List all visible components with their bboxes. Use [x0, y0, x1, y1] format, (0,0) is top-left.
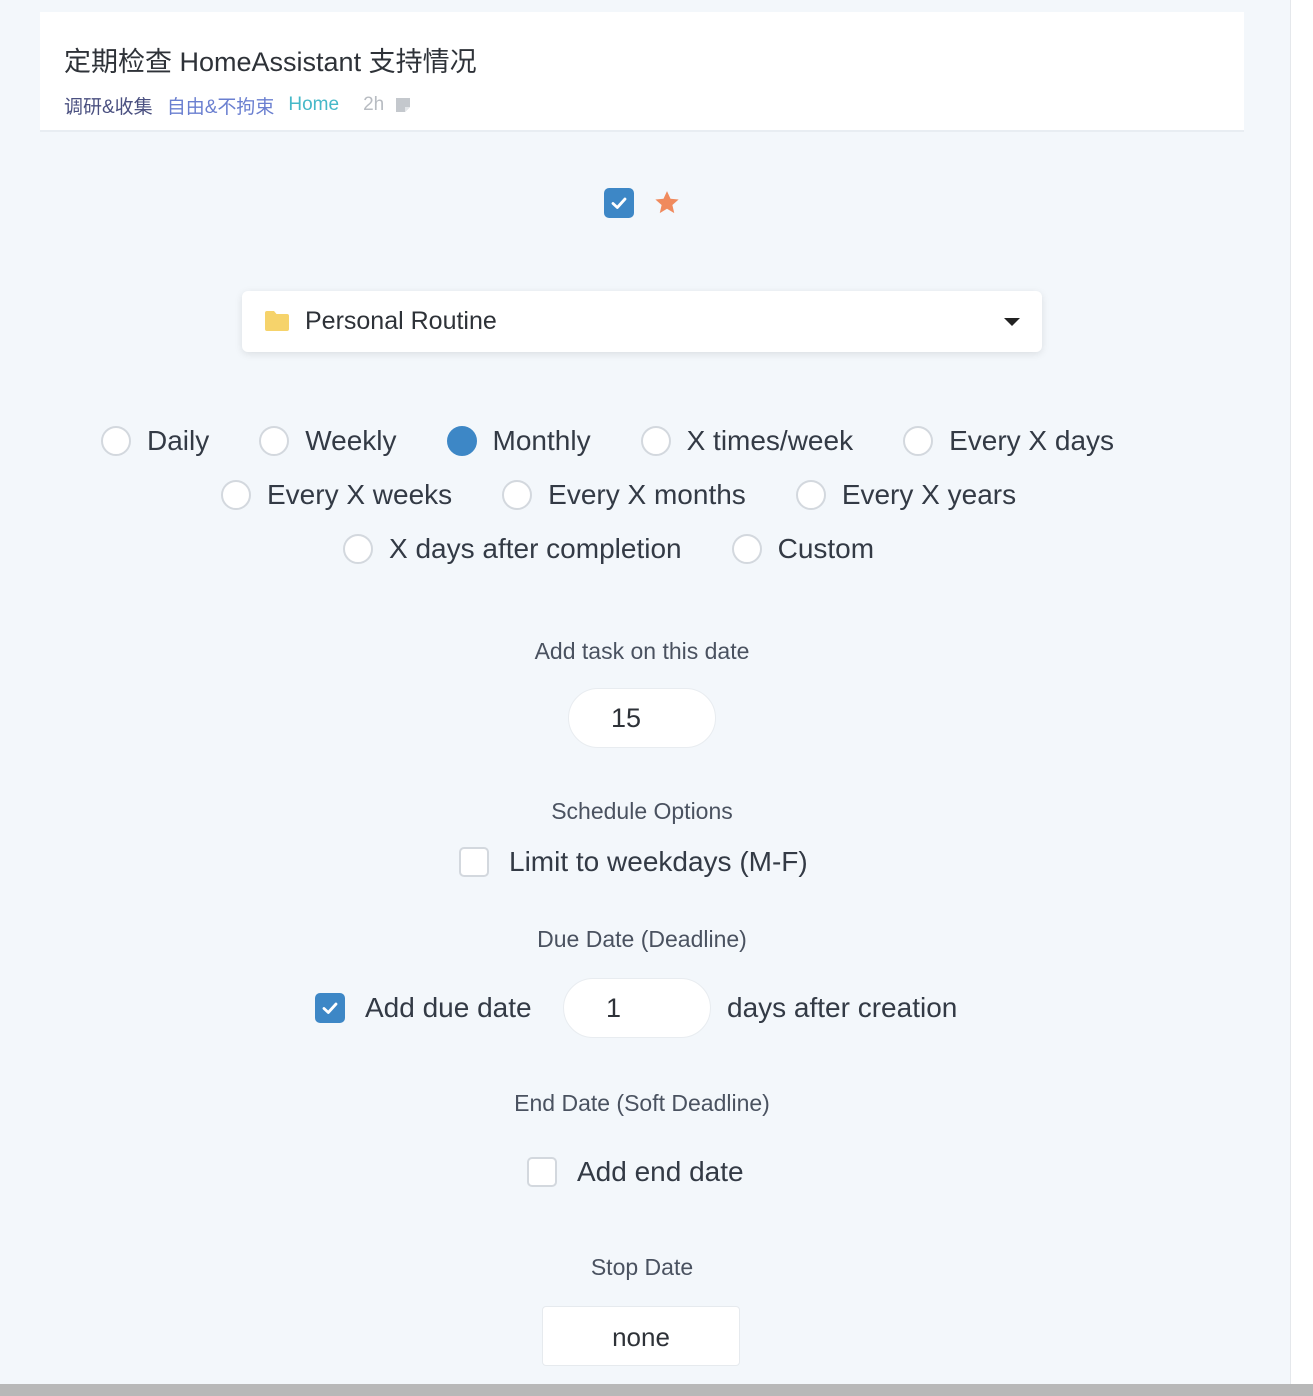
radio-label: Custom	[777, 533, 875, 564]
radio-button[interactable]	[259, 426, 290, 456]
due-days-suffix: days after creation	[727, 992, 958, 1023]
radio-every-x-weeks[interactable]: Every X weeks	[221, 479, 452, 511]
radio-label: Every X years	[841, 479, 1017, 510]
star-icon[interactable]	[652, 188, 682, 218]
radio-every-x-months[interactable]: Every X months	[502, 479, 746, 511]
due-days-input[interactable]: 1	[563, 978, 711, 1038]
tag-home[interactable]: Home	[288, 94, 339, 116]
add-task-date-input[interactable]: 15	[568, 688, 716, 748]
stop-date-label: Stop Date	[590, 1254, 694, 1280]
radio-button-selected[interactable]	[446, 426, 477, 456]
limit-weekdays-label: Limit to weekdays (M-F)	[509, 846, 808, 877]
task-header: 定期检查 HomeAssistant 支持情况 调研&收集 自由&不拘束 Hom…	[40, 12, 1244, 132]
add-due-date-label: Add due date	[365, 992, 532, 1023]
radio-button[interactable]	[502, 480, 533, 510]
radio-x-days-after-completion[interactable]: X days after completion	[343, 533, 682, 565]
side-panel-edge	[1290, 0, 1313, 1396]
radio-every-x-years[interactable]: Every X years	[795, 479, 1017, 511]
due-days-suffix-row: days after creation	[727, 986, 957, 1030]
radio-every-x-days[interactable]: Every X days	[903, 425, 1114, 457]
tag-freedom[interactable]: 自由&不拘束	[167, 92, 275, 119]
frequency-row-1: Daily Weekly Monthly X times/week Every …	[101, 421, 1114, 461]
folder-icon	[265, 311, 289, 331]
project-dropdown-value: Personal Routine	[305, 307, 497, 335]
note-icon[interactable]	[394, 96, 412, 114]
checkmark-icon	[611, 197, 627, 209]
task-age: 2h	[363, 94, 385, 115]
tag-research[interactable]: 调研&收集	[64, 92, 153, 119]
end-date-label: End Date (Soft Deadline)	[514, 1090, 770, 1116]
due-date-label: Due Date (Deadline)	[537, 926, 747, 952]
radio-button[interactable]	[343, 534, 373, 564]
radio-x-times-week[interactable]: X times/week	[640, 425, 854, 457]
schedule-options-label: Schedule Options	[551, 798, 733, 824]
project-dropdown[interactable]: Personal Routine	[242, 291, 1042, 352]
stop-date-input[interactable]: none	[542, 1306, 740, 1366]
radio-button[interactable]	[101, 426, 131, 456]
frequency-row-3: X days after completion Custom	[343, 529, 874, 569]
add-end-date-label: Add end date	[577, 1156, 744, 1187]
radio-button[interactable]	[640, 426, 671, 456]
radio-label: Every X months	[548, 479, 746, 510]
horizontal-scrollbar[interactable]	[0, 1384, 1313, 1396]
recurrence-settings-page: 定期检查 HomeAssistant 支持情况 调研&收集 自由&不拘束 Hom…	[0, 0, 1313, 1396]
chevron-down-icon	[1004, 318, 1020, 326]
add-due-date-checkbox[interactable]	[315, 993, 345, 1023]
add-end-date-checkbox[interactable]	[527, 1157, 557, 1187]
radio-label: X times/week	[686, 425, 854, 456]
radio-button[interactable]	[221, 480, 251, 510]
add-due-date-option[interactable]: Add due date	[315, 986, 532, 1030]
limit-weekdays-option[interactable]: Limit to weekdays (M-F)	[459, 840, 808, 884]
radio-label: Every X days	[949, 425, 1115, 456]
task-tags: 调研&收集 自由&不拘束 Home 2h	[64, 92, 412, 118]
checkmark-icon	[322, 1002, 338, 1014]
radio-monthly[interactable]: Monthly	[446, 425, 591, 457]
radio-custom[interactable]: Custom	[731, 533, 875, 565]
radio-label: Daily	[147, 425, 210, 456]
radio-label: Every X weeks	[267, 479, 453, 510]
add-end-date-option[interactable]: Add end date	[527, 1150, 744, 1194]
radio-label: Weekly	[305, 425, 397, 456]
complete-checkbox[interactable]	[604, 188, 634, 218]
radio-label: Monthly	[492, 425, 591, 456]
radio-button[interactable]	[903, 426, 934, 456]
radio-button[interactable]	[731, 534, 762, 564]
frequency-row-2: Every X weeks Every X months Every X yea…	[221, 475, 1016, 515]
radio-daily[interactable]: Daily	[101, 425, 209, 457]
task-title[interactable]: 定期检查 HomeAssistant 支持情况	[64, 40, 477, 79]
radio-label: X days after completion	[389, 533, 682, 564]
radio-button[interactable]	[795, 480, 826, 510]
radio-weekly[interactable]: Weekly	[259, 425, 397, 457]
limit-weekdays-checkbox[interactable]	[459, 847, 489, 877]
add-task-date-label: Add task on this date	[534, 638, 750, 664]
